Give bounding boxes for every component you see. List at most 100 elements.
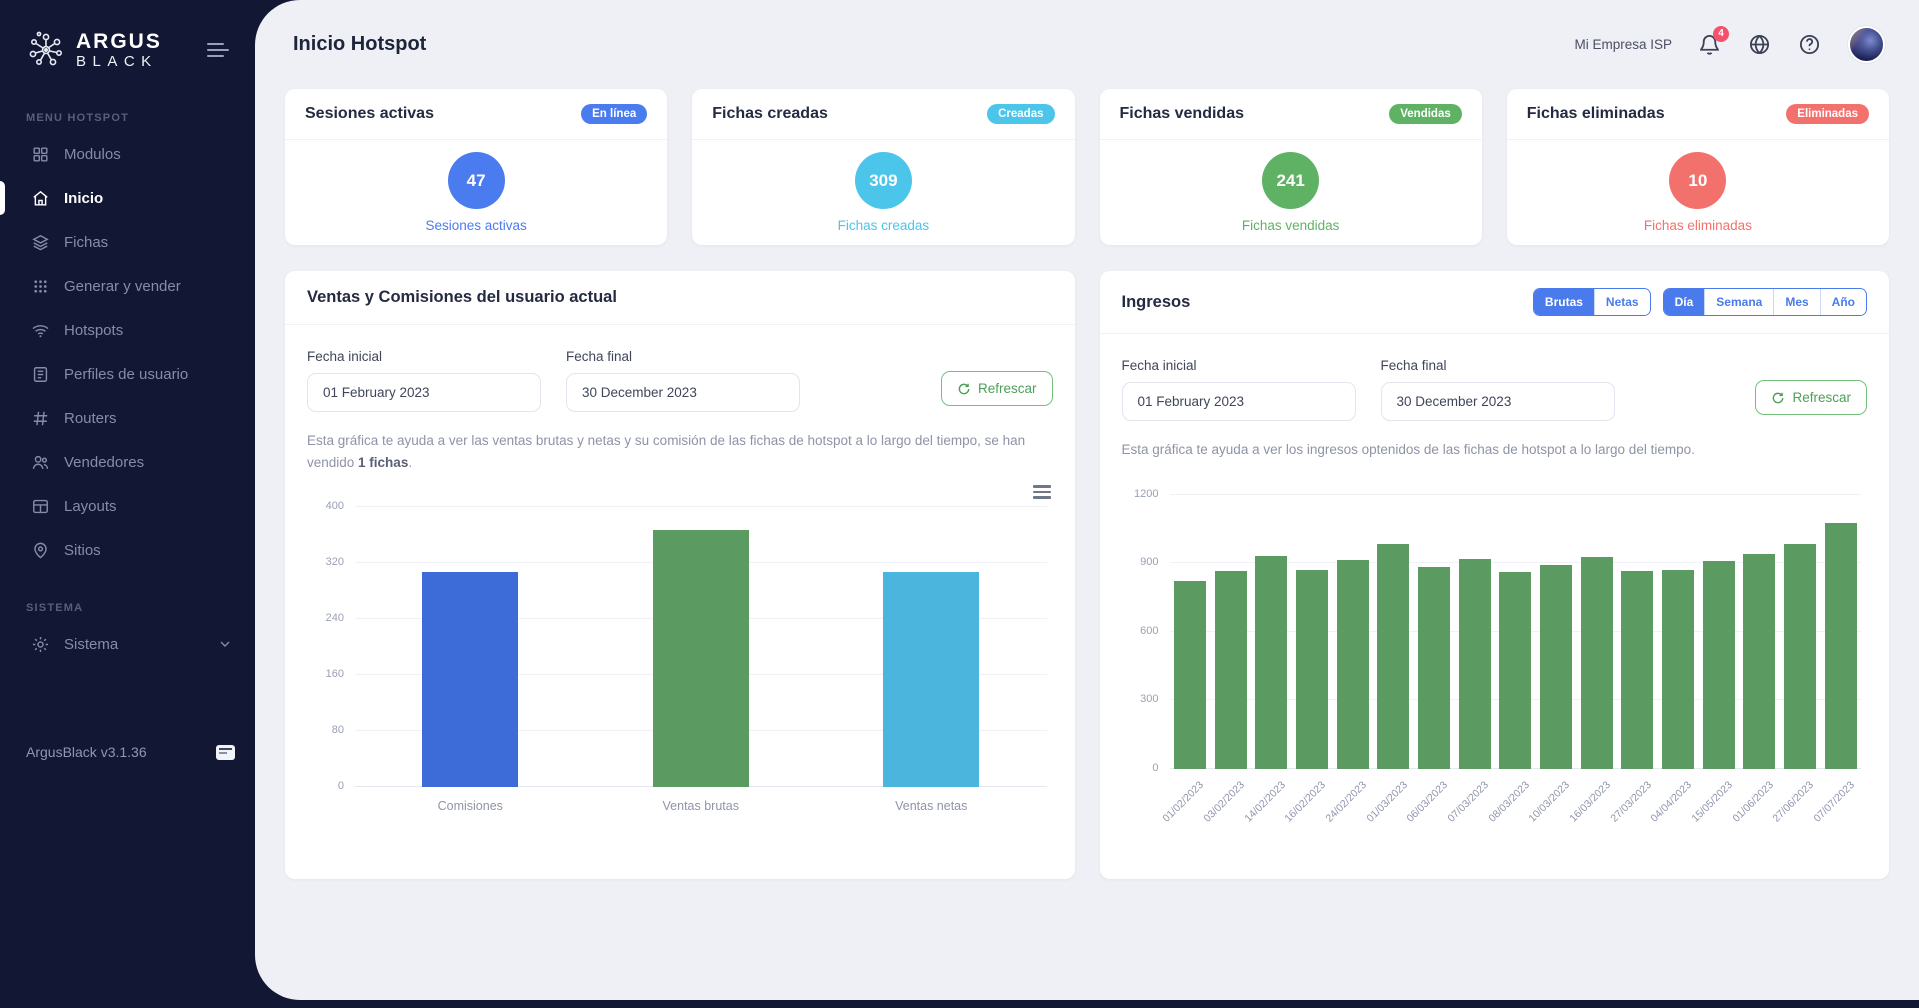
sidebar-section-sistema: SISTEMA: [0, 572, 255, 622]
stat-card-sesiones-activas: Sesiones activasEn línea47Sesiones activ…: [285, 89, 667, 245]
x-tick-label: 07/03/2023: [1454, 769, 1495, 853]
chart-menu-icon[interactable]: [1033, 485, 1051, 499]
toggle-ano[interactable]: Año: [1820, 289, 1866, 315]
stat-card-label: Fichas vendidas: [1242, 218, 1340, 233]
sidebar-collapse-icon[interactable]: [203, 39, 233, 61]
bar-24-02-2023[interactable]: [1337, 560, 1369, 769]
y-tick-label: 0: [338, 780, 355, 792]
sidebar-item-label: Layouts: [64, 498, 117, 515]
x-tick-label: 10/03/2023: [1536, 769, 1577, 853]
wifi-icon: [30, 320, 50, 340]
bar-04-04-2023[interactable]: [1662, 570, 1694, 769]
bar-10-03-2023[interactable]: [1540, 565, 1572, 768]
sidebar-section-hotspot: MENU HOTSPOT: [0, 82, 255, 132]
sidebar-item-label: Perfiles de usuario: [64, 366, 188, 383]
chevron-down-icon: [217, 636, 233, 652]
globe-icon[interactable]: [1748, 33, 1772, 57]
refresh-button[interactable]: Refrescar: [1755, 380, 1867, 415]
stat-value-circle: 309: [855, 152, 912, 209]
refresh-button[interactable]: Refrescar: [941, 371, 1053, 406]
fecha-final-input[interactable]: [1381, 382, 1615, 421]
app-root: ARGUS BLACK MENU HOTSPOT ModulosInicioFi…: [0, 0, 1919, 1008]
bar-06-03-2023[interactable]: [1418, 567, 1450, 769]
bell-icon[interactable]: 4: [1698, 33, 1722, 57]
avatar[interactable]: [1848, 26, 1885, 63]
status-badge: Vendidas: [1389, 104, 1462, 124]
fecha-inicial-input[interactable]: [307, 373, 541, 412]
x-tick-label: 24/02/2023: [1332, 769, 1373, 853]
sales-controls: Fecha inicial Fecha final Refrescar: [307, 349, 1053, 412]
bar-slot: [1210, 495, 1251, 769]
bar-slot: [1292, 495, 1333, 769]
toggle-dia[interactable]: Día: [1664, 289, 1705, 315]
company-name[interactable]: Mi Empresa ISP: [1574, 37, 1672, 52]
language-icon[interactable]: [216, 745, 235, 760]
sidebar-item-sitios[interactable]: Sitios: [0, 528, 255, 572]
stat-card-body: 47 Sesiones activas: [285, 140, 667, 245]
fecha-inicial-field: Fecha inicial: [307, 349, 541, 412]
stat-card-header: Fichas eliminadasEliminadas: [1507, 89, 1889, 140]
layout-icon: [30, 496, 50, 516]
sidebar-item-label: Fichas: [64, 234, 108, 251]
bar-27-03-2023[interactable]: [1621, 571, 1653, 769]
layers-icon: [30, 232, 50, 252]
bar-03-02-2023[interactable]: [1215, 571, 1247, 769]
stat-card-body: 10Fichas eliminadas: [1507, 140, 1889, 245]
bar-08-03-2023[interactable]: [1499, 572, 1531, 769]
toggle-mes[interactable]: Mes: [1773, 289, 1819, 315]
stat-value-circle: 47: [448, 152, 505, 209]
sidebar-item-label: Inicio: [64, 190, 103, 207]
sidebar-item-layouts[interactable]: Layouts: [0, 484, 255, 528]
y-tick-label: 1200: [1134, 488, 1169, 500]
ingresos-description: Esta gráfica te ayuda a ver los ingresos…: [1122, 439, 1868, 461]
sidebar-item-modulos[interactable]: Modulos: [0, 132, 255, 176]
sidebar-item-inicio[interactable]: Inicio: [0, 176, 255, 220]
bar-01-06-2023[interactable]: [1743, 554, 1775, 769]
bar-slot: [1780, 495, 1821, 769]
sidebar-item-label: Sistema: [64, 636, 118, 653]
status-badge: Eliminadas: [1786, 104, 1869, 124]
toggle-netas[interactable]: Netas: [1594, 289, 1650, 315]
ingresos-chart-xlabels: 01/02/202303/02/202314/02/202316/02/2023…: [1170, 769, 1862, 853]
sidebar-item-generar-y-vender[interactable]: Generar y vender: [0, 264, 255, 308]
toggle-brutas[interactable]: Brutas: [1534, 289, 1594, 315]
fecha-final-input[interactable]: [566, 373, 800, 412]
sidebar-item-label: Hotspots: [64, 322, 123, 339]
sidebar-item-routers[interactable]: Routers: [0, 396, 255, 440]
sidebar-item-sistema[interactable]: Sistema: [0, 622, 255, 666]
bar-16-03-2023[interactable]: [1581, 557, 1613, 768]
sales-panel: Ventas y Comisiones del usuario actual F…: [285, 271, 1075, 879]
hash-icon: [30, 408, 50, 428]
bar-comisiones[interactable]: [422, 572, 518, 787]
bar-07-03-2023[interactable]: [1459, 559, 1491, 769]
x-tick-label: 27/06/2023: [1780, 769, 1821, 853]
bar-07-07-2023[interactable]: [1825, 523, 1857, 769]
sidebar-item-vendedores[interactable]: Vendedores: [0, 440, 255, 484]
bar-15-05-2023[interactable]: [1703, 561, 1735, 769]
sidebar-item-fichas[interactable]: Fichas: [0, 220, 255, 264]
stat-card-label: Sesiones activas: [425, 218, 526, 233]
ingresos-toggles: BrutasNetas DíaSemanaMesAño: [1533, 288, 1867, 316]
bar-01-02-2023[interactable]: [1174, 581, 1206, 768]
sidebar: ARGUS BLACK MENU HOTSPOT ModulosInicioFi…: [0, 0, 255, 1008]
bar-27-06-2023[interactable]: [1784, 544, 1816, 769]
help-icon[interactable]: [1798, 33, 1822, 57]
bar-16-02-2023[interactable]: [1296, 570, 1328, 769]
bar-slot: [1739, 495, 1780, 769]
sidebar-item-hotspots[interactable]: Hotspots: [0, 308, 255, 352]
bar-14-02-2023[interactable]: [1255, 556, 1287, 768]
x-tick-label: 08/03/2023: [1495, 769, 1536, 853]
sidebar-item-perfiles-de-usuario[interactable]: Perfiles de usuario: [0, 352, 255, 396]
toggle-semana[interactable]: Semana: [1704, 289, 1773, 315]
fecha-inicial-input[interactable]: [1122, 382, 1356, 421]
bar-ventas-brutas[interactable]: [653, 530, 749, 788]
y-tick-label: 400: [326, 500, 355, 512]
gear-icon: [30, 634, 50, 654]
topbar-right: Mi Empresa ISP 4: [1574, 26, 1885, 63]
bar-ventas-netas[interactable]: [883, 572, 979, 787]
x-tick-label: Ventas brutas: [586, 787, 817, 813]
fecha-final-label: Fecha final: [1381, 358, 1615, 373]
bar-slot: [1495, 495, 1536, 769]
sales-chart-plot: 080160240320400: [355, 507, 1047, 787]
bar-01-03-2023[interactable]: [1377, 544, 1409, 769]
